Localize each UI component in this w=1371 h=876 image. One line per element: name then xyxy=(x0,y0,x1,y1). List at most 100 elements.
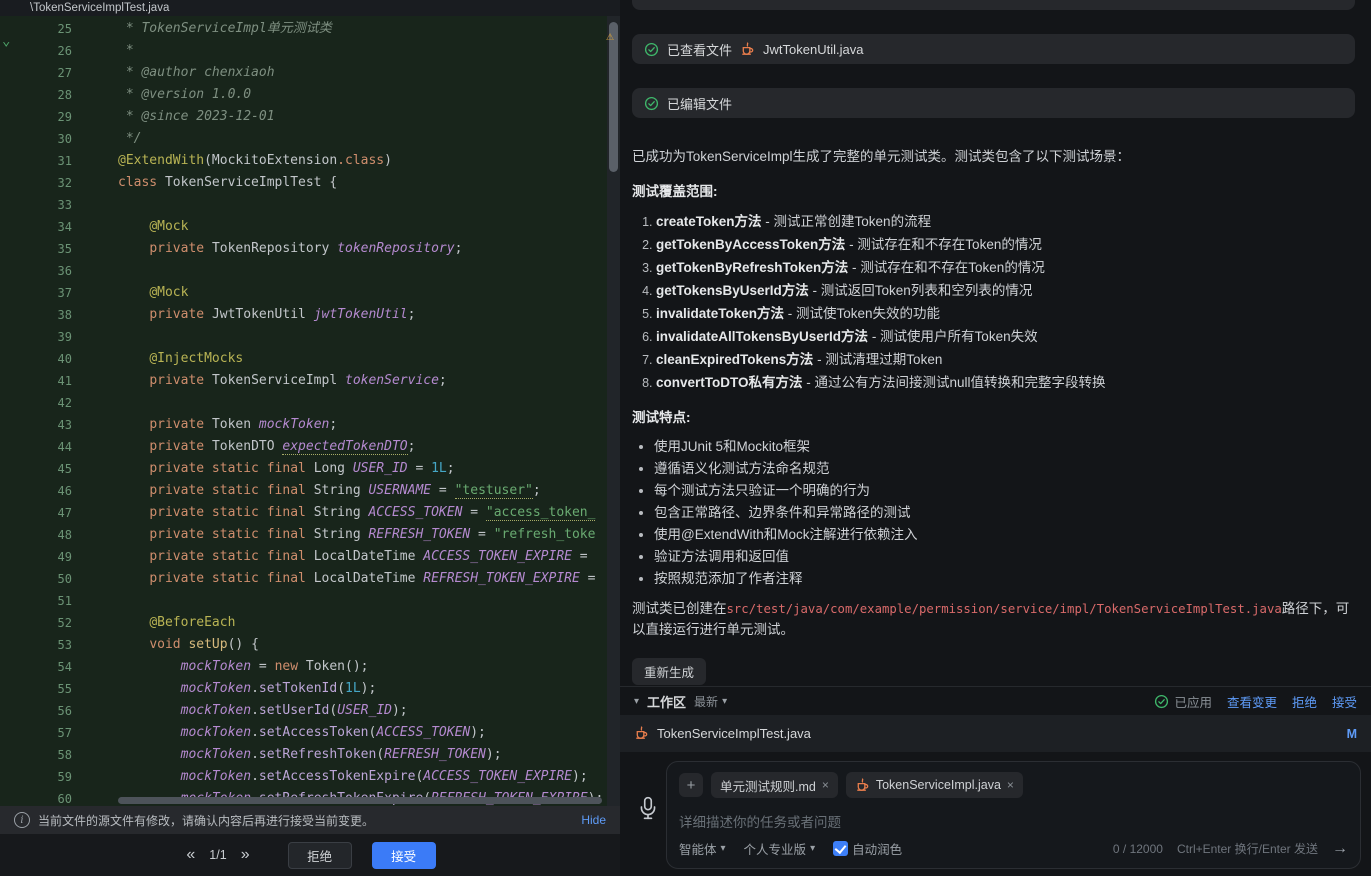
code-line: 52 @BeforeEach xyxy=(0,612,620,634)
workspace-section: ▾ 工作区 最新 ▾ 已应用 查看变更 拒绝 接受 xyxy=(620,686,1371,876)
line-number: 57 xyxy=(0,722,72,744)
code-line: 56 mockToken.setUserId(USER_ID); xyxy=(0,700,620,722)
plan-dropdown[interactable]: 个人专业版 ▾ xyxy=(744,839,816,858)
feature-item: 遵循语义化测试方法命名规范 xyxy=(654,458,1355,480)
composer-controls: 智能体 ▾ 个人专业版 ▾ 自动润色 0 / 12000 xyxy=(679,839,1348,858)
line-number: 41 xyxy=(0,370,72,392)
line-number: 26 xyxy=(0,40,72,62)
code-line: 55 mockToken.setTokenId(1L); xyxy=(0,678,620,700)
close-icon[interactable]: × xyxy=(1007,778,1014,792)
code-line: 42 xyxy=(0,392,620,414)
code-line: 58 mockToken.setRefreshToken(REFRESH_TOK… xyxy=(0,744,620,766)
info-icon: i xyxy=(14,812,30,828)
next-change-button[interactable]: » xyxy=(239,846,252,864)
line-number: 55 xyxy=(0,678,72,700)
chevron-down-icon: ▾ xyxy=(722,696,727,707)
reject-button[interactable]: 拒绝 xyxy=(288,842,352,869)
viewed-java-slot xyxy=(740,42,755,57)
modified-badge: M xyxy=(1347,727,1357,741)
code-line: 50 private static final LocalDateTime RE… xyxy=(0,568,620,590)
line-number: 48 xyxy=(0,524,72,546)
context-chip[interactable]: TokenServiceImpl.java× xyxy=(846,772,1023,798)
line-number: 43 xyxy=(0,414,72,436)
line-number: 58 xyxy=(0,744,72,766)
vertical-scrollbar-track[interactable] xyxy=(607,16,620,806)
coverage-item: invalidateAllTokensByUserId方法 - 测试使用户所有T… xyxy=(656,325,1355,348)
collapse-chevron-icon[interactable]: ▾ xyxy=(634,696,639,707)
ide-window: \TokenServiceImplTest.java ⌄ ⚠ 25 * Toke… xyxy=(0,0,1371,876)
agent-mode-dropdown[interactable]: 智能体 ▾ xyxy=(679,839,726,858)
edited-file-card[interactable]: 已编辑文件 xyxy=(632,88,1355,118)
accept-button[interactable]: 接受 xyxy=(372,842,436,869)
editor-pane: \TokenServiceImplTest.java ⌄ ⚠ 25 * Toke… xyxy=(0,0,620,876)
viewed-file-card[interactable]: 已查看文件 JwtTokenUtil.java xyxy=(632,34,1355,64)
code-line: 34 @Mock xyxy=(0,216,620,238)
assistant-outro-text: 测试类已创建在src/test/java/com/example/permiss… xyxy=(632,598,1355,642)
regenerate-button[interactable]: 重新生成 xyxy=(632,658,706,685)
editor-tab-title[interactable]: \TokenServiceImplTest.java xyxy=(30,2,169,14)
file-modified-warning-bar: i 当前文件的源文件有修改，请确认内容后再进行接受当前变更。 Hide xyxy=(0,806,620,834)
change-position: 1/1 xyxy=(209,848,226,862)
code-area: 25 * TokenServiceImpl单元测试类26 *27 * @auth… xyxy=(0,18,620,806)
feature-item: 按照规范添加了作者注释 xyxy=(654,568,1355,590)
workspace-bar: ▾ 工作区 最新 ▾ 已应用 查看变更 拒绝 接受 xyxy=(620,686,1371,715)
coverage-item: createToken方法 - 测试正常创建Token的流程 xyxy=(656,210,1355,233)
check-circle-icon xyxy=(1154,694,1169,709)
line-number: 46 xyxy=(0,480,72,502)
edited-check-slot xyxy=(644,96,659,111)
assistant-intro-text: 已成功为TokenServiceImpl生成了完整的单元测试类。测试类包含了以下… xyxy=(632,146,1355,168)
autopolish-toggle[interactable]: 自动润色 xyxy=(833,839,902,858)
truncated-card xyxy=(632,0,1355,10)
workspace-accept-link[interactable]: 接受 xyxy=(1332,692,1357,711)
feature-item: 使用@ExtendWith和Mock注解进行依赖注入 xyxy=(654,524,1355,546)
feature-item: 包含正常路径、边界条件和异常路径的测试 xyxy=(654,502,1355,524)
composer: + 单元测试规则.md× TokenServiceImpl.java× 详细描述… xyxy=(620,752,1371,876)
message-input-box[interactable]: + 单元测试规则.md× TokenServiceImpl.java× 详细描述… xyxy=(666,761,1361,869)
line-number: 27 xyxy=(0,62,72,84)
code-line: 32class TokenServiceImplTest { xyxy=(0,172,620,194)
autopolish-checkbox[interactable] xyxy=(833,841,848,856)
line-number: 33 xyxy=(0,194,72,216)
view-changes-link[interactable]: 查看变更 xyxy=(1227,692,1277,711)
context-chip[interactable]: 单元测试规则.md× xyxy=(711,772,838,798)
line-number: 36 xyxy=(0,260,72,282)
horizontal-scrollbar[interactable] xyxy=(118,797,602,804)
code-viewport[interactable]: ⌄ ⚠ 25 * TokenServiceImpl单元测试类26 *27 * @… xyxy=(0,16,620,806)
assistant-messages[interactable]: 已查看文件 JwtTokenUtil.java 已编辑文件 已成功为TokenS… xyxy=(620,0,1371,686)
workspace-filter-dropdown[interactable]: 最新 ▾ xyxy=(694,693,727,710)
code-line: 59 mockToken.setAccessTokenExpire(ACCESS… xyxy=(0,766,620,788)
applied-status: 已应用 xyxy=(1154,692,1212,711)
editor-tab-bar: \TokenServiceImplTest.java xyxy=(0,0,620,16)
fold-chevron-icon[interactable]: ⌄ xyxy=(2,30,10,52)
check-circle-icon xyxy=(644,42,659,57)
code-line: 46 private static final String USERNAME … xyxy=(0,480,620,502)
code-line: 41 private TokenServiceImpl tokenService… xyxy=(0,370,620,392)
line-number: 34 xyxy=(0,216,72,238)
line-number: 37 xyxy=(0,282,72,304)
add-context-button[interactable]: + xyxy=(679,773,703,797)
prev-change-button[interactable]: « xyxy=(184,846,197,864)
java-file-icon xyxy=(634,726,649,741)
code-line: 57 mockToken.setAccessToken(ACCESS_TOKEN… xyxy=(0,722,620,744)
line-number: 30 xyxy=(0,128,72,150)
feature-item: 验证方法调用和返回值 xyxy=(654,546,1355,568)
line-number: 31 xyxy=(0,150,72,172)
viewed-card-label: 已查看文件 xyxy=(667,40,732,59)
code-line: 31@ExtendWith(MockitoExtension.class) xyxy=(0,150,620,172)
char-counter: 0 / 12000 xyxy=(1113,842,1163,856)
code-line: 30 */ xyxy=(0,128,620,150)
close-icon[interactable]: × xyxy=(822,778,829,792)
line-number: 25 xyxy=(0,18,72,40)
hide-warning-link[interactable]: Hide xyxy=(581,813,606,827)
message-input-placeholder[interactable]: 详细描述你的任务或者问题 xyxy=(679,811,1348,831)
code-line: 33 xyxy=(0,194,620,216)
changed-file-row[interactable]: TokenServiceImplTest.java M xyxy=(620,715,1371,752)
microphone-icon[interactable] xyxy=(637,796,659,825)
line-number: 39 xyxy=(0,326,72,348)
autopolish-label: 自动润色 xyxy=(852,839,902,858)
line-number: 49 xyxy=(0,546,72,568)
send-button[interactable]: → xyxy=(1332,840,1348,858)
workspace-reject-link[interactable]: 拒绝 xyxy=(1292,692,1317,711)
coverage-title: 测试覆盖范围: xyxy=(632,181,1355,203)
code-line: 40 @InjectMocks xyxy=(0,348,620,370)
